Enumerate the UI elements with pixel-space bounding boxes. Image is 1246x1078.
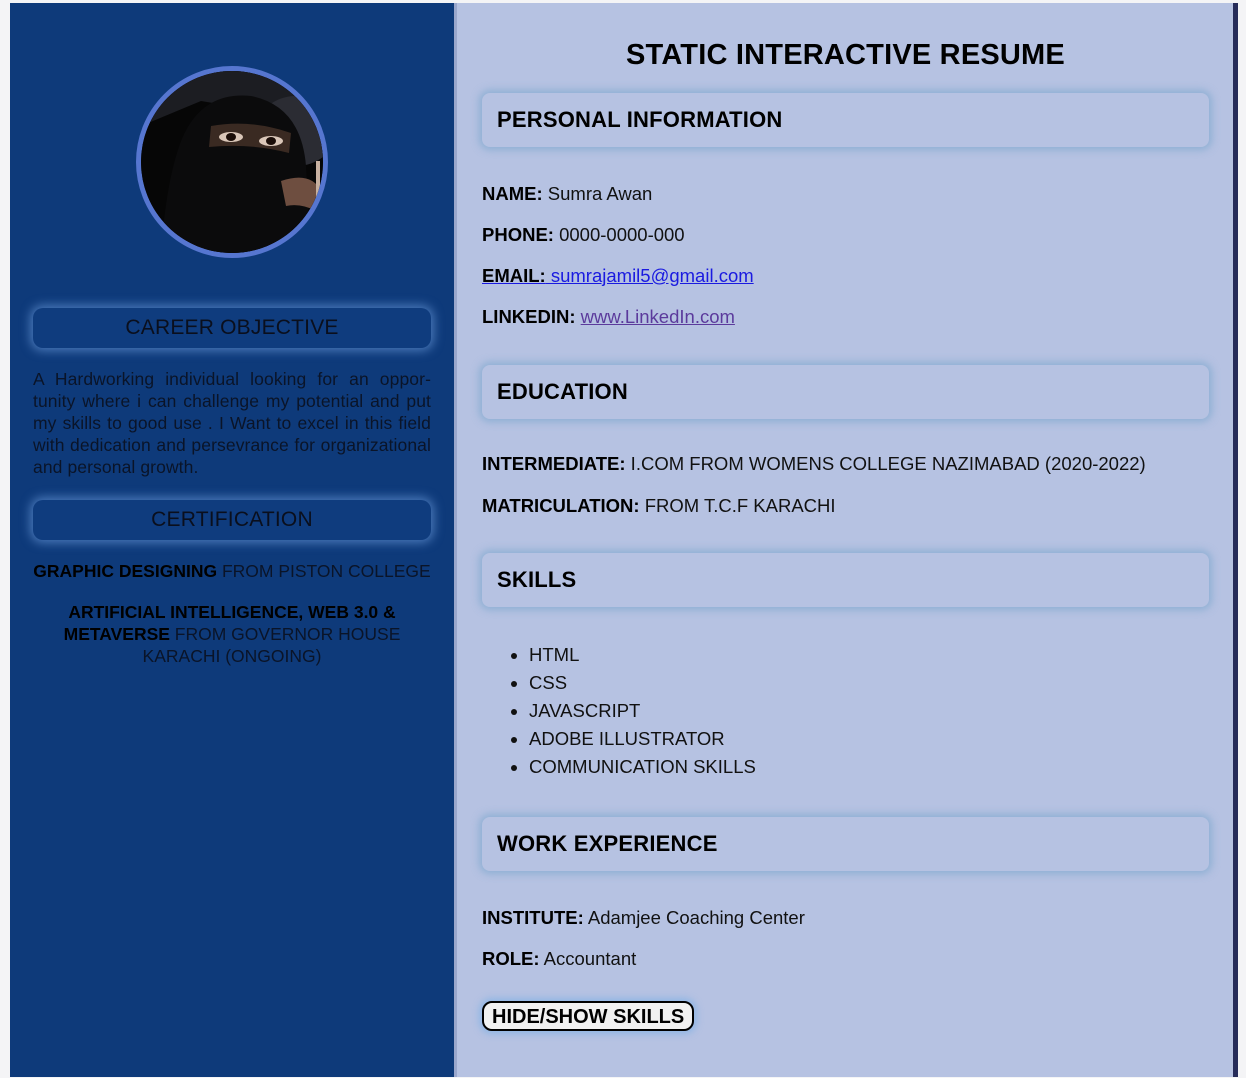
email-row: EMAIL: sumrajamil5@gmail.com bbox=[482, 265, 1209, 287]
certification-heading: CERTIFICATION bbox=[33, 500, 431, 540]
role-label: ROLE: bbox=[482, 948, 540, 969]
institute-label: INSTITUTE: bbox=[482, 907, 584, 928]
education-header: EDUCATION bbox=[482, 365, 1209, 419]
skills-header: SKILLS bbox=[482, 553, 1209, 607]
profile-photo bbox=[136, 66, 328, 258]
role-row: ROLE: Accountant bbox=[482, 948, 1209, 970]
sidebar: CAREER OBJECTIVE A Hardworking individua… bbox=[10, 3, 454, 1077]
email-label: EMAIL: bbox=[482, 265, 546, 286]
linkedin-row: LINKEDIN: www.LinkedIn.com bbox=[482, 306, 1209, 328]
name-row: NAME: Sumra Awan bbox=[482, 183, 1209, 205]
resume-page: CAREER OBJECTIVE A Hardworking individua… bbox=[10, 3, 1238, 1077]
main-content: STATIC INTERACTIVE RESUME PERSONAL INFOR… bbox=[457, 3, 1233, 1077]
linkedin-link[interactable]: www.LinkedIn.com bbox=[581, 306, 735, 327]
name-label: NAME: bbox=[482, 183, 543, 204]
personal-information-header: PERSONAL INFORMATION bbox=[482, 93, 1209, 147]
hide-show-skills-button[interactable]: HIDE/SHOW SKILLS bbox=[482, 1001, 695, 1031]
institute-row: INSTITUTE: Adamjee Coaching Center bbox=[482, 907, 1209, 929]
matriculation-value: FROM T.C.F KARACHI bbox=[639, 495, 836, 516]
phone-value: 0000-0000-000 bbox=[553, 224, 685, 245]
skill-item: COMMUNICATION SKILLS bbox=[529, 753, 1209, 781]
work-experience-header: WORK EXPERIENCE bbox=[482, 817, 1209, 871]
name-value: Sumra Awan bbox=[542, 183, 653, 204]
intermediate-label: INTERMEDIATE: bbox=[482, 453, 626, 474]
certification-item: ARTIFICIAL INTELLIGENCE, WEB 3.0 & METAV… bbox=[33, 601, 431, 667]
page-title: STATIC INTERACTIVE RESUME bbox=[626, 39, 1065, 71]
certification-title: GRAPHIC DESIGNING bbox=[33, 561, 218, 581]
linkedin-label: LINKEDIN: bbox=[482, 306, 576, 327]
certification-detail: FROM GOVERNOR HOUSE KARACHI (ONGOING) bbox=[142, 624, 401, 666]
profile-photo-image bbox=[141, 71, 323, 253]
skill-item: HTML bbox=[529, 641, 1209, 669]
career-objective-heading: CAREER OBJECTIVE bbox=[33, 308, 431, 348]
intermediate-row: INTERMEDIATE: I.COM FROM WOMENS COLLEGE … bbox=[482, 453, 1209, 475]
certification-detail: FROM PISTON COLLEGE bbox=[217, 561, 431, 581]
institute-value: Adamjee Coaching Center bbox=[583, 907, 805, 928]
window-edge bbox=[1233, 3, 1238, 1077]
matriculation-row: MATRICULATION: FROM T.C.F KARACHI bbox=[482, 495, 1209, 517]
skill-item: JAVASCRIPT bbox=[529, 697, 1209, 725]
skill-item: ADOBE ILLUSTRATOR bbox=[529, 725, 1209, 753]
phone-row: PHONE: 0000-0000-000 bbox=[482, 224, 1209, 246]
role-value: Accountant bbox=[539, 948, 637, 969]
phone-label: PHONE: bbox=[482, 224, 554, 245]
intermediate-value: I.COM FROM WOMENS COLLEGE NAZIMABAD (202… bbox=[625, 453, 1146, 474]
matriculation-label: MATRICULATION: bbox=[482, 495, 640, 516]
email-link[interactable]: EMAIL: sumrajamil5@gmail.com bbox=[482, 265, 754, 286]
certification-item: GRAPHIC DESIGNING FROM PISTON COLLEGE bbox=[33, 560, 431, 582]
skills-list: HTML CSS JAVASCRIPT ADOBE ILLUSTRATOR CO… bbox=[482, 641, 1209, 781]
email-value: sumrajamil5@gmail.com bbox=[545, 265, 754, 286]
skill-item: CSS bbox=[529, 669, 1209, 697]
career-objective-text: A Hardworking individual looking for an … bbox=[33, 369, 431, 477]
